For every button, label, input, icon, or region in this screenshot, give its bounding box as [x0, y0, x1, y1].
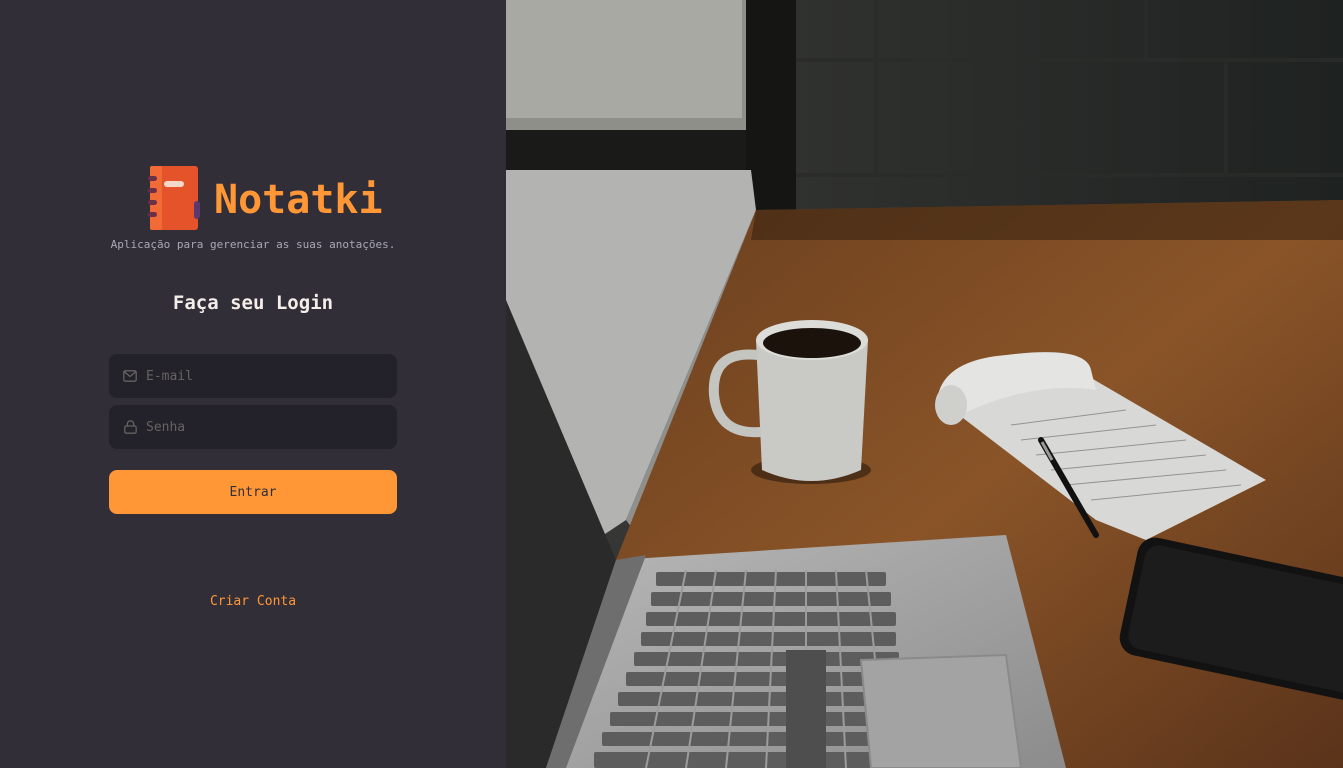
- login-panel: Notatki Aplicação para gerenciar as suas…: [0, 0, 506, 768]
- login-heading: Faça seu Login: [172, 292, 334, 314]
- create-account-link[interactable]: Criar Conta: [0, 594, 506, 609]
- email-input[interactable]: [146, 368, 386, 384]
- app-tagline: Aplicação para gerenciar as suas anotaçõ…: [110, 238, 396, 251]
- password-field[interactable]: [109, 405, 397, 449]
- lock-icon: [123, 420, 137, 434]
- password-input[interactable]: [146, 419, 386, 435]
- hero-image: [506, 0, 1343, 768]
- app-title: Notatki: [214, 177, 383, 223]
- brand: Notatki: [148, 165, 383, 235]
- email-field[interactable]: [109, 354, 397, 398]
- login-button[interactable]: Entrar: [109, 470, 397, 514]
- mail-icon: [123, 369, 137, 383]
- notebook-icon: [148, 165, 200, 235]
